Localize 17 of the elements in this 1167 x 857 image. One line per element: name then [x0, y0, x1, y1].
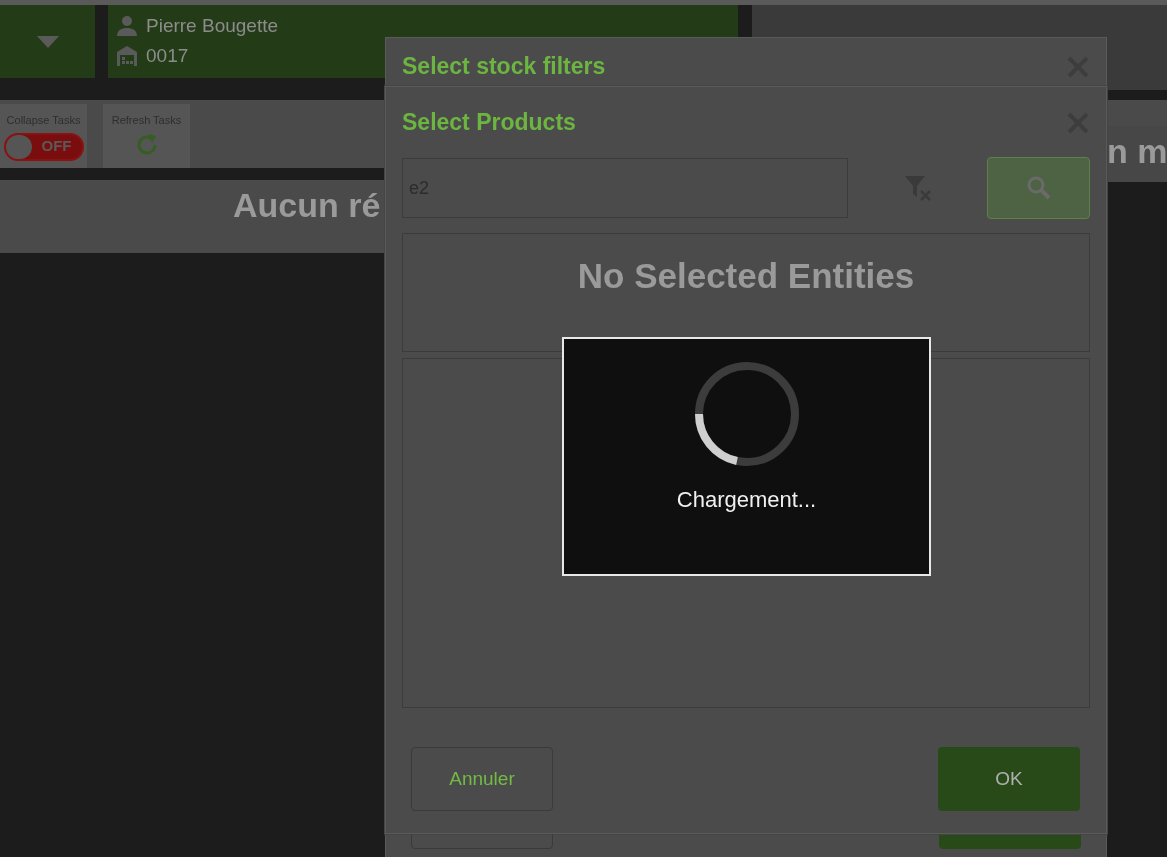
loading-spinner-icon — [693, 361, 800, 467]
search-icon — [1025, 175, 1052, 201]
menu-dropdown-button[interactable] — [0, 5, 95, 78]
ok-button[interactable]: OK — [938, 747, 1080, 811]
user-name: Pierre Bougette — [146, 14, 279, 38]
person-icon — [116, 15, 138, 37]
caret-icon — [36, 35, 59, 48]
dialog-title: Select stock filters — [402, 51, 606, 81]
search-button[interactable] — [987, 157, 1090, 219]
dialog-title: Select Products — [402, 107, 576, 137]
cancel-button[interactable]: Annuler — [411, 747, 553, 811]
no-selection-message: No Selected Entities — [577, 255, 915, 297]
warehouse-icon — [116, 45, 138, 67]
no-results-message: Aucun ré — [0, 180, 384, 253]
loading-message: Chargement... — [676, 486, 817, 514]
store-code: 0017 — [146, 44, 189, 68]
refresh-button[interactable] — [134, 132, 159, 157]
